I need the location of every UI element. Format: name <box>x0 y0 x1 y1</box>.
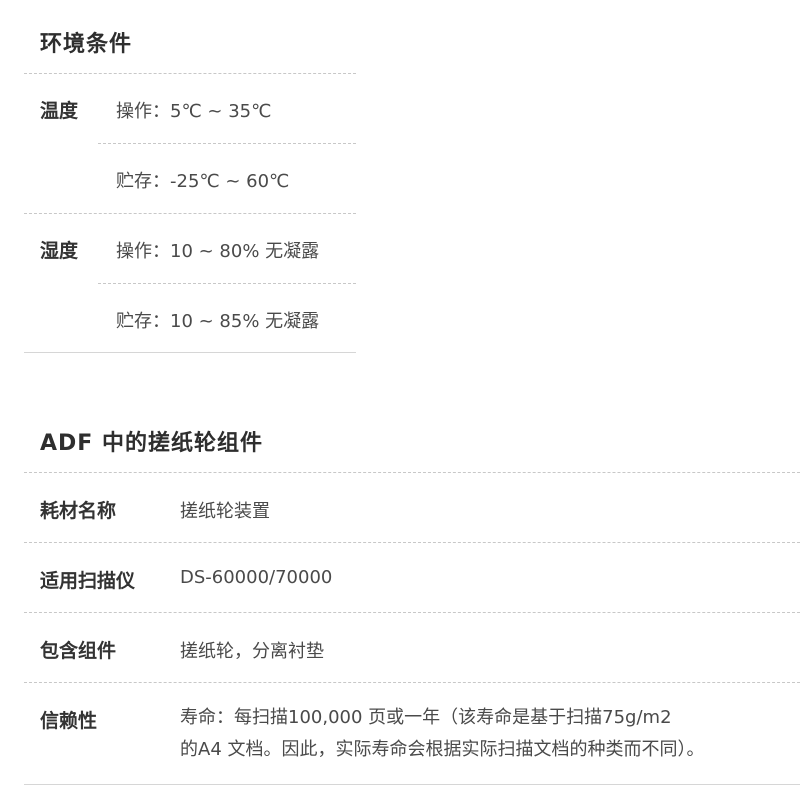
included-components-label: 包含组件 <box>40 640 117 662</box>
section-bottom-border <box>24 784 800 785</box>
consumable-name-value: 搓纸轮装置 <box>180 501 270 522</box>
divider <box>98 283 356 284</box>
adf-section-title: ADF 中的搓纸轮组件 <box>40 431 263 456</box>
section-bottom-border <box>24 352 356 353</box>
temperature-storage-value: 贮存：-25℃ ~ 60℃ <box>116 171 290 192</box>
included-components-value: 搓纸轮，分离衬垫 <box>180 641 324 662</box>
temperature-operating-value: 操作：5℃ ~ 35℃ <box>116 101 272 122</box>
env-section-title: 环境条件 <box>40 32 133 57</box>
divider <box>24 213 356 214</box>
reliability-value-line-2: 的A4 文档。因此，实际寿命会根据实际扫描文档的种类而不同）。 <box>180 739 705 760</box>
divider <box>24 73 356 74</box>
compatible-scanner-value: DS-60000/70000 <box>180 567 333 588</box>
humidity-operating-value: 操作：10 ~ 80% 无凝露 <box>116 241 320 262</box>
reliability-value-line-1: 寿命：每扫描100,000 页或一年（该寿命是基于扫描75g/m2 <box>180 707 672 728</box>
humidity-label: 湿度 <box>40 240 79 262</box>
divider <box>24 542 800 543</box>
compatible-scanner-label: 适用扫描仪 <box>40 570 136 592</box>
consumable-name-label: 耗材名称 <box>40 500 117 522</box>
temperature-label: 温度 <box>40 100 79 122</box>
humidity-storage-value: 贮存：10 ~ 85% 无凝露 <box>116 311 320 332</box>
divider <box>24 682 800 683</box>
reliability-value: 寿命：每扫描100,000 页或一年（该寿命是基于扫描75g/m2 的A4 文档… <box>180 702 790 766</box>
divider <box>24 472 800 473</box>
divider <box>24 612 800 613</box>
reliability-label: 信赖性 <box>40 710 98 732</box>
divider <box>98 143 356 144</box>
